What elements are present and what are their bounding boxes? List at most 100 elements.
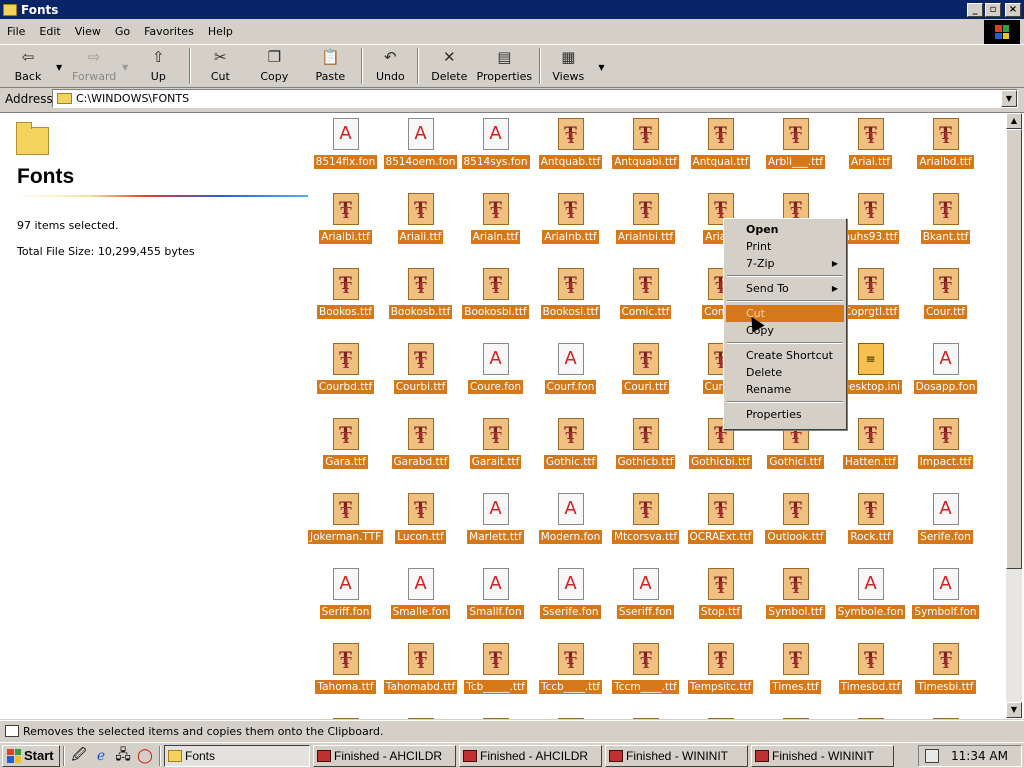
address-value[interactable]: C:\WINDOWS\FONTS [76,92,1001,105]
file-item[interactable]: T T Jokerman.TTF [308,488,383,563]
file-item[interactable]: A Serife.fon [908,488,983,563]
scroll-up-button[interactable]: ▲ [1006,113,1022,129]
file-item[interactable]: T T Antquai.ttf [683,113,758,188]
undo-button[interactable]: ↶ Undo [368,45,412,87]
file-item[interactable]: A Coure.fon [458,338,533,413]
file-item[interactable]: A Seriff.fon [308,563,383,638]
file-item[interactable]: T T Tcb_____.ttf [458,638,533,713]
file-item[interactable]: T T Bookosbi.ttf [458,263,533,338]
context-menu-item-send-to[interactable]: Send To ▶ [726,280,844,297]
menu-help[interactable]: Help [201,25,240,38]
file-item[interactable]: A 8514fix.fon [308,113,383,188]
paste-button[interactable]: 📋 Paste [304,45,356,87]
file-item[interactable]: T T Arialn.ttf [458,188,533,263]
task-button-ahcildr[interactable]: Finished - AHCILDR [313,744,456,767]
context-menu-item-create-shortcut[interactable]: Create Shortcut [726,347,844,364]
file-item[interactable]: T T Tempsitc.ttf [683,638,758,713]
file-item[interactable] [758,713,833,719]
context-menu-item-copy[interactable]: Copy [726,322,844,339]
up-button[interactable]: ⇧ Up [132,45,184,87]
file-item[interactable]: A Symbole.fon [833,563,908,638]
task-button-fonts[interactable]: Fonts [164,744,310,767]
file-item[interactable]: T T Gothic.ttf [533,413,608,488]
file-item[interactable]: T T Outlook.ttf [758,488,833,563]
maximize-button[interactable]: ▫ [985,2,1001,17]
tray-icon[interactable] [925,749,939,763]
file-item[interactable] [308,713,383,719]
context-menu-item-7-zip[interactable]: 7-Zip ▶ [726,255,844,272]
file-item[interactable]: A Sseriff.fon [608,563,683,638]
file-item[interactable]: T T Ariali.ttf [383,188,458,263]
views-dropdown-icon[interactable]: ▼ [598,63,604,72]
back-button[interactable]: ⇦ Back [0,45,56,87]
file-item[interactable] [683,713,758,719]
file-item[interactable]: A Dosapp.fon [908,338,983,413]
close-button[interactable]: × [1005,2,1021,17]
file-item[interactable]: T T Arialnbi.ttf [608,188,683,263]
file-item[interactable]: A Marlett.ttf [458,488,533,563]
file-item[interactable]: T T Impact.ttf [908,413,983,488]
file-item[interactable]: T T Symbol.ttf [758,563,833,638]
file-item[interactable]: T T Bkant.ttf [908,188,983,263]
file-item[interactable] [908,713,983,719]
forward-dropdown-icon[interactable]: ▼ [122,63,128,72]
file-item[interactable] [533,713,608,719]
file-item[interactable] [833,713,908,719]
forward-button[interactable]: ⇨ Forward [66,45,122,87]
file-item[interactable]: T T Tccb____.ttf [533,638,608,713]
views-button[interactable]: ▦ Views [546,45,590,87]
copy-button[interactable]: ❐ Copy [244,45,304,87]
file-item[interactable]: A 8514sys.fon [458,113,533,188]
file-item[interactable]: T T Bookos.ttf [308,263,383,338]
context-menu-item-cut[interactable]: Cut [726,305,844,322]
file-item[interactable]: T T Cour.ttf [908,263,983,338]
file-item[interactable]: T T Garait.ttf [458,413,533,488]
opera-icon[interactable]: ◯ [135,746,155,766]
file-item[interactable]: A 8514oem.fon [383,113,458,188]
file-item[interactable]: T T Tahoma.ttf [308,638,383,713]
internet-explorer-icon[interactable]: ℯ [91,746,111,766]
file-item[interactable]: T T Antquabi.ttf [608,113,683,188]
file-item[interactable]: T T Arial.ttf [833,113,908,188]
file-item[interactable]: T T Bookosi.ttf [533,263,608,338]
file-item[interactable]: A Symbolf.fon [908,563,983,638]
address-input[interactable]: C:\WINDOWS\FONTS ▼ [52,89,1018,108]
file-item[interactable]: T T Gara.ttf [308,413,383,488]
context-menu-item-open[interactable]: Open [726,221,844,238]
file-item[interactable]: T T Comic.ttf [608,263,683,338]
file-item[interactable] [458,713,533,719]
context-menu-item-print[interactable]: Print [726,238,844,255]
context-menu-item-delete[interactable]: Delete [726,364,844,381]
menu-file[interactable]: File [0,25,32,38]
task-button-ahcildr-2[interactable]: Finished - AHCILDR [459,744,602,767]
network-icon[interactable]: 🖧 [113,746,133,766]
scroll-thumb[interactable] [1006,129,1022,569]
file-item[interactable]: T T Rock.ttf [833,488,908,563]
context-menu-item-properties[interactable]: Properties [726,406,844,423]
menu-view[interactable]: View [68,25,108,38]
cut-button[interactable]: ✂ Cut [196,45,244,87]
delete-button[interactable]: ✕ Delete [424,45,474,87]
menu-favorites[interactable]: Favorites [137,25,201,38]
file-item[interactable] [608,713,683,719]
file-item[interactable]: T T Tahomabd.ttf [383,638,458,713]
file-item[interactable] [383,713,458,719]
file-item[interactable]: T T Arialbd.ttf [908,113,983,188]
file-item[interactable]: T T Lucon.ttf [383,488,458,563]
properties-button[interactable]: ▤ Properties [474,45,534,87]
vertical-scrollbar[interactable]: ▲ ▼ [1006,113,1022,718]
file-item[interactable]: T T Bookosb.ttf [383,263,458,338]
file-item[interactable]: T T Antquab.ttf [533,113,608,188]
file-item[interactable]: T T Gothicb.ttf [608,413,683,488]
task-button-wininit[interactable]: Finished - WININIT [605,744,748,767]
start-button[interactable]: Start [2,744,60,767]
file-item[interactable]: T T Garabd.ttf [383,413,458,488]
scroll-down-button[interactable]: ▼ [1006,702,1022,718]
file-item[interactable]: T T Courbi.ttf [383,338,458,413]
file-item[interactable]: T T OCRAExt.ttf [683,488,758,563]
task-button-wininit-2[interactable]: Finished - WININIT [751,744,894,767]
show-desktop-icon[interactable]: 🖉 [69,746,89,766]
file-item[interactable]: T T Mtcorsva.ttf [608,488,683,563]
file-item[interactable]: T T Times.ttf [758,638,833,713]
file-item[interactable]: T T Timesbd.ttf [833,638,908,713]
